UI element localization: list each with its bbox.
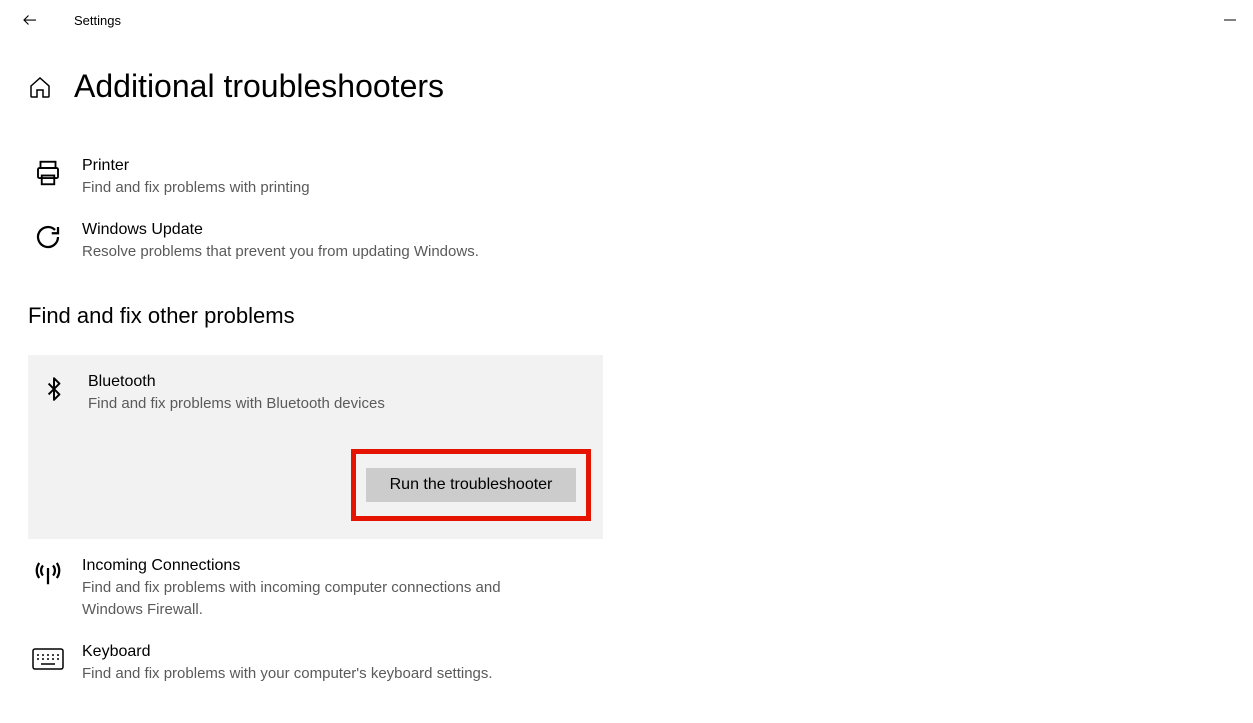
back-button[interactable] [20,10,40,30]
troubleshooter-windows-update[interactable]: Windows Update Resolve problems that pre… [28,213,588,277]
page-header: Additional troubleshooters [28,68,1253,105]
home-icon[interactable] [28,75,52,99]
item-title: Bluetooth [88,371,385,393]
troubleshooter-bluetooth[interactable]: Bluetooth Find and fix problems with Blu… [34,371,597,415]
arrow-left-icon [21,11,39,29]
highlight-box: Run the troubleshooter [351,449,591,521]
item-desc: Find and fix problems with printing [82,177,310,199]
keyboard-icon [32,643,64,675]
item-desc: Find and fix problems with your computer… [82,663,493,685]
title-bar: Settings [0,0,1253,40]
section-heading: Find and fix other problems [28,303,1253,329]
item-title: Keyboard [82,641,493,663]
bluetooth-icon [38,373,70,405]
troubleshooter-printer[interactable]: Printer Find and fix problems with print… [28,149,588,213]
run-troubleshooter-button[interactable]: Run the troubleshooter [366,468,576,502]
content-area: Additional troubleshooters Printer Find … [0,40,1253,699]
refresh-icon [32,221,64,253]
troubleshooter-keyboard[interactable]: Keyboard Find and fix problems with your… [28,635,588,699]
item-title: Printer [82,155,310,177]
item-title: Windows Update [82,219,479,241]
item-title: Incoming Connections [82,555,562,577]
troubleshooter-bluetooth-expanded: Bluetooth Find and fix problems with Blu… [28,355,603,539]
antenna-icon [32,557,64,589]
item-desc: Find and fix problems with incoming comp… [82,577,562,621]
minimize-icon [1224,14,1236,26]
item-desc: Find and fix problems with Bluetooth dev… [88,393,385,415]
troubleshooter-incoming-connections[interactable]: Incoming Connections Find and fix proble… [28,549,588,635]
page-title: Additional troubleshooters [74,68,444,105]
window-title: Settings [74,13,121,28]
item-desc: Resolve problems that prevent you from u… [82,241,479,263]
minimize-button[interactable] [1207,5,1253,35]
printer-icon [32,157,64,189]
